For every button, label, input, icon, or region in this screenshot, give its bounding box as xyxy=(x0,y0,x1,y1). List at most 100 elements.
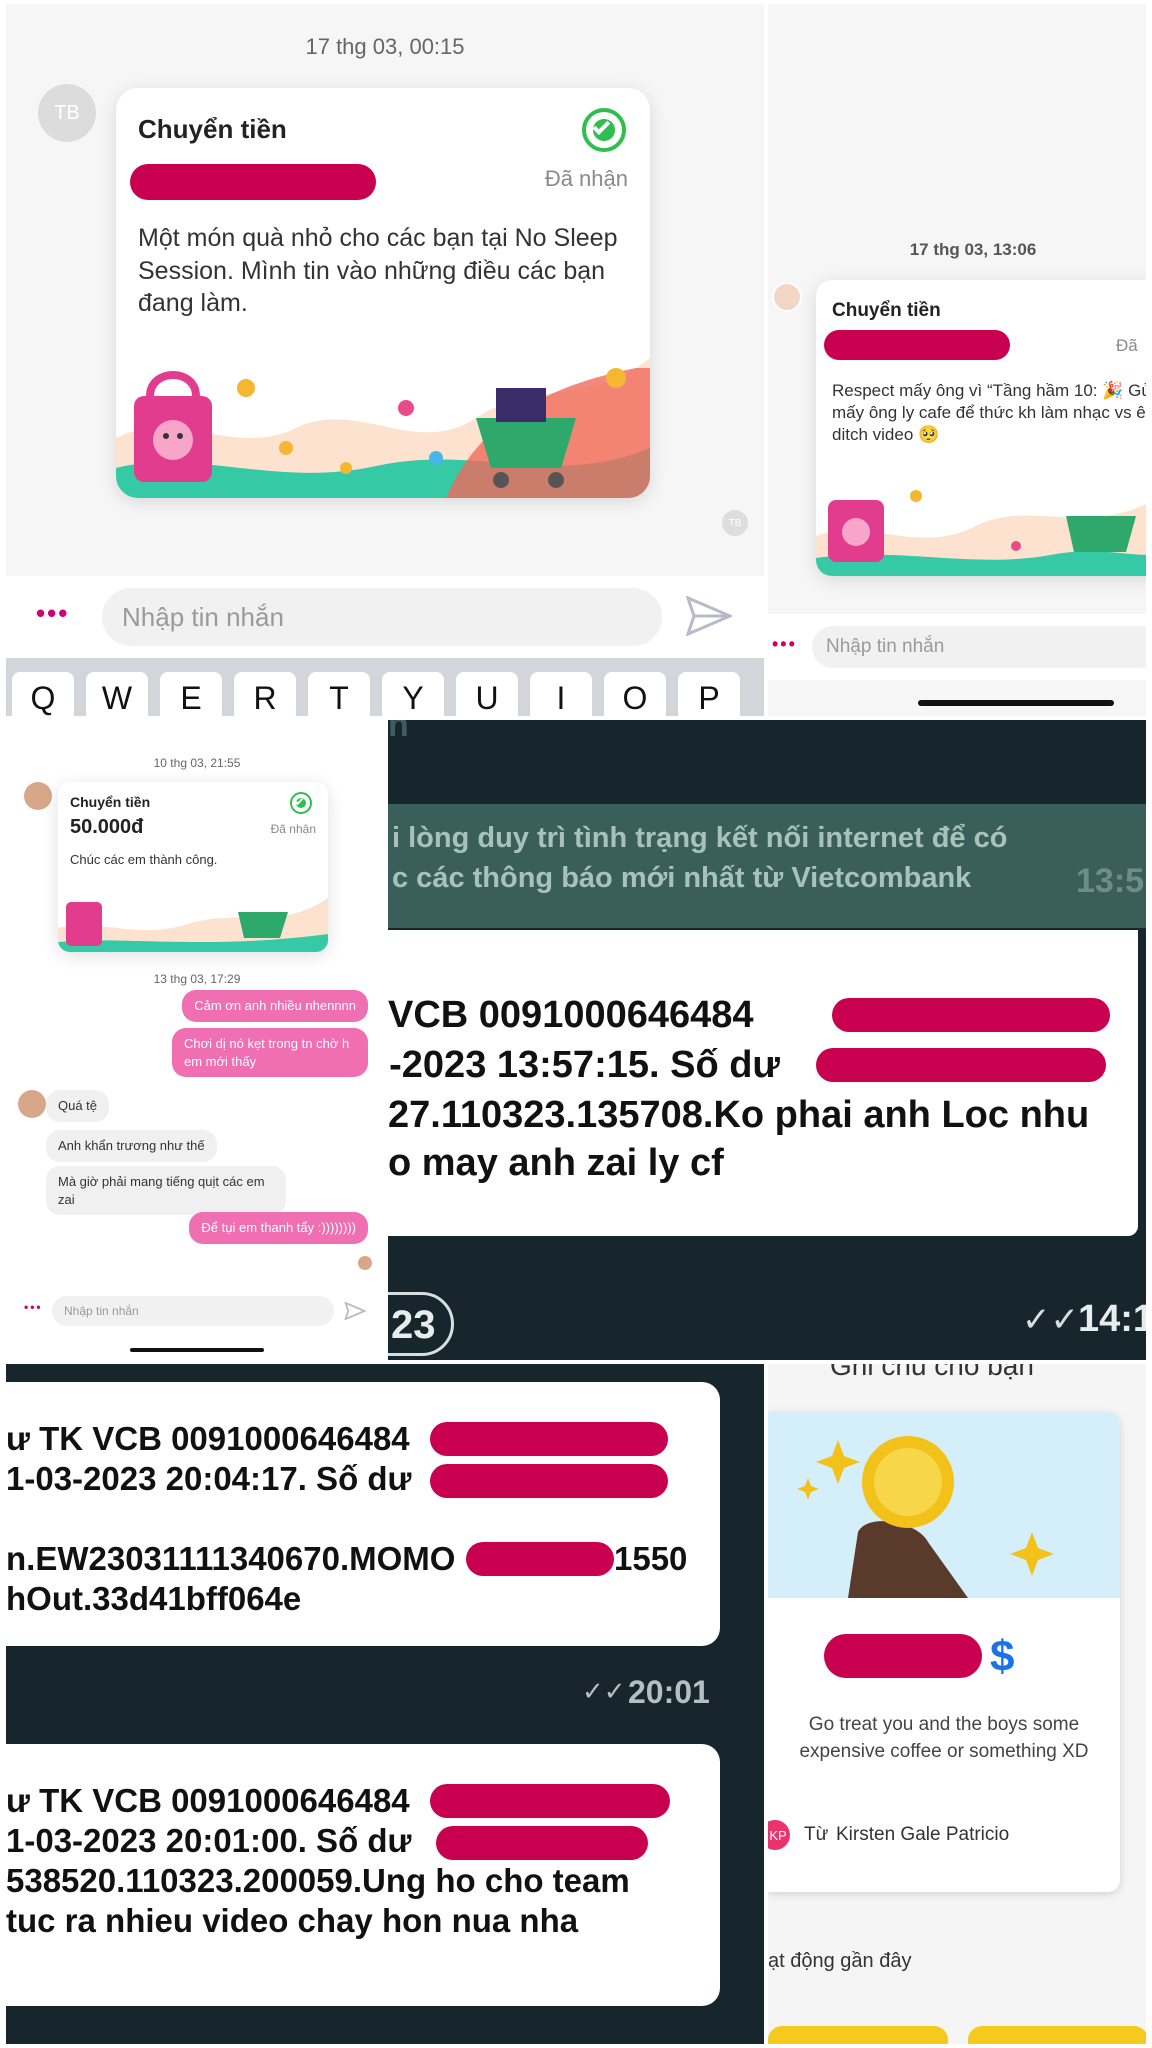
composer: ••• Nhập tin nhắn xyxy=(6,576,764,658)
banner-line-2: c các thông báo mới nhất từ Vietcombank xyxy=(392,862,972,894)
header-fragment: n xyxy=(388,720,409,744)
banner-line-1: i lòng duy trì tình trạng kết nối intern… xyxy=(392,822,1008,854)
more-icon[interactable]: ••• xyxy=(36,598,69,629)
message-line: ư TK VCB 0091000646484 xyxy=(6,1420,410,1457)
bank-chat-panel-2: ư TK VCB 0091000646484 1-03-2023 20:04:1… xyxy=(6,1364,764,2044)
gift-illustration xyxy=(58,898,328,952)
key-o[interactable]: O xyxy=(604,672,666,716)
card-status: Đã nhận xyxy=(544,166,628,191)
sender-prefix: Từ xyxy=(804,1824,829,1845)
chat-panel-1: 17 thg 03, 00:15 TB Chuyển tiền Đã nhận … xyxy=(6,4,764,716)
activity-item[interactable] xyxy=(768,2026,948,2044)
key-r[interactable]: R xyxy=(234,672,296,716)
transfer-card[interactable]: Chuyển tiền Đã Respect mấy ông vì “Tầng … xyxy=(816,280,1146,576)
key-p[interactable]: P xyxy=(678,672,740,716)
redacted-info xyxy=(436,1826,648,1860)
message-input[interactable]: Nhập tin nhắn xyxy=(52,1296,334,1326)
section-title: ạt động gần đây xyxy=(768,1950,912,1972)
redacted-amount xyxy=(824,330,1010,360)
chat-panel-2: 17 thg 03, 13:06 Chuyển tiền Đã Respect … xyxy=(768,4,1146,716)
sender-avatar: KP xyxy=(768,1820,790,1850)
message-line: 538520.110323.200059.Ung ho cho team xyxy=(6,1862,630,1899)
message-time: 20:01 xyxy=(628,1674,710,1710)
transfer-card[interactable]: Chuyển tiền Đã nhận Một món quà nhỏ cho … xyxy=(116,88,650,498)
message-line: tuc ra nhieu video chay hon nua nha xyxy=(6,1902,579,1939)
banner-time: 13:5 xyxy=(1076,862,1145,900)
more-icon[interactable]: ••• xyxy=(24,1300,43,1314)
gift-illustration xyxy=(816,490,1146,576)
coin-illustration xyxy=(768,1412,1120,1598)
redacted-amount xyxy=(824,1634,982,1678)
card-status: Đã nhận xyxy=(270,822,316,836)
redacted-amount xyxy=(130,164,376,200)
header: Ghi chú cho bạn xyxy=(830,1364,1034,1381)
card-title: Chuyển tiền xyxy=(138,114,287,144)
card-message: Respect mấy ông vì “Tầng hầm 10: 🎉 Gửi m… xyxy=(832,381,1146,445)
message-line: o may anh zai ly cf xyxy=(388,1142,724,1184)
timestamp: 17 thg 03, 00:15 xyxy=(305,34,465,59)
send-icon[interactable] xyxy=(686,596,732,636)
message-line: hOut.33d41bff064e xyxy=(6,1580,302,1617)
key-y[interactable]: Y xyxy=(382,672,444,716)
outgoing-message[interactable]: Để tụi em thanh tẩy :)))))))) xyxy=(189,1212,368,1244)
gift-note-panel: Ghi chú cho bạn $ Go treat you and the b… xyxy=(768,1364,1146,2044)
message-line: n.EW23031111340670.MOMO xyxy=(6,1540,456,1577)
incoming-message[interactable]: Quá tệ xyxy=(46,1090,110,1122)
key-w[interactable]: W xyxy=(86,672,148,716)
avatar[interactable] xyxy=(24,782,52,810)
more-icon[interactable]: ••• xyxy=(772,634,797,655)
send-icon[interactable] xyxy=(344,1302,366,1320)
redacted-info xyxy=(816,1048,1106,1082)
timestamp: 17 thg 03, 13:06 xyxy=(909,240,1037,259)
bank-message[interactable]: VCB 0091000646484 3-2023 13:57:15. Số dư… xyxy=(388,930,1138,1236)
read-check-icon: ✓✓ xyxy=(582,1676,626,1706)
message-line: 1-03-2023 20:01:00. Số dư xyxy=(6,1822,412,1859)
message-input[interactable]: Nhập tin nhắn xyxy=(812,626,1146,668)
currency-symbol: $ xyxy=(990,1632,1015,1681)
date-pill: 23 xyxy=(388,1292,454,1356)
home-indicator xyxy=(130,1348,264,1352)
activity-item[interactable] xyxy=(968,2026,1146,2044)
chat-panel-3: 10 thg 03, 21:55 Chuyển tiền 50.000đ Đã … xyxy=(6,720,388,1360)
bank-message[interactable]: ư TK VCB 0091000646484 1-03-2023 20:04:1… xyxy=(6,1382,720,1646)
redacted-info xyxy=(430,1784,670,1818)
incoming-message[interactable]: Anh khẩn trương như thế xyxy=(46,1130,217,1162)
card-title: Chuyển tiền xyxy=(70,794,151,810)
keyboard: QWERTYUIOP xyxy=(6,658,764,716)
sender-name[interactable]: Kirsten Gale Patricio xyxy=(836,1824,1009,1846)
avatar[interactable] xyxy=(18,1090,46,1118)
key-e[interactable]: E xyxy=(160,672,222,716)
card-title: Chuyển tiền xyxy=(832,300,941,321)
key-q[interactable]: Q xyxy=(12,672,74,716)
outgoing-message[interactable]: Cảm ơn anh nhiều nhennnn xyxy=(182,990,368,1022)
avatar[interactable]: TB xyxy=(38,84,96,142)
message-line: ư TK VCB 0091000646484 xyxy=(6,1782,410,1819)
card-message: Chúc các em thành công. xyxy=(70,852,218,867)
message-list: Cảm ơn anh nhiều nhennnn Chơi dị nó kẹt t… xyxy=(6,990,388,1270)
card-amount: 50.000đ xyxy=(70,816,144,838)
redacted-info xyxy=(466,1542,614,1576)
outgoing-message[interactable]: Chơi dị nó kẹt trong tn chờ h em mới thấ… xyxy=(172,1028,368,1078)
message-line: 1550 xyxy=(614,1540,688,1577)
connection-banner: i lòng duy trì tình trạng kết nối intern… xyxy=(388,804,1146,928)
note-card[interactable]: $ Go treat you and the boys some expensi… xyxy=(768,1412,1120,1892)
key-i[interactable]: I xyxy=(530,672,592,716)
redacted-info xyxy=(832,998,1110,1032)
card-status: Đã xyxy=(1116,336,1138,355)
bank-message[interactable]: ư TK VCB 0091000646484 1-03-2023 20:01:0… xyxy=(6,1744,720,2006)
message-input[interactable]: Nhập tin nhắn xyxy=(102,588,662,646)
avatar[interactable] xyxy=(772,282,802,312)
incoming-message[interactable]: Mà giờ phải mang tiếng quịt các em zai xyxy=(46,1166,286,1216)
message-line: 1-03-2023 20:04:17. Số dư xyxy=(6,1460,412,1497)
read-check-icon: ✓✓ xyxy=(1022,1301,1079,1339)
key-u[interactable]: U xyxy=(456,672,518,716)
redacted-info xyxy=(430,1422,668,1456)
timestamp: 13 thg 03, 17:29 xyxy=(153,972,241,986)
card-message: Một món quà nhỏ cho các bạn tại No Sleep… xyxy=(138,224,618,317)
received-check-icon xyxy=(582,108,626,152)
composer: ••• Nhập tin nhắn xyxy=(768,614,1146,680)
key-t[interactable]: T xyxy=(308,672,370,716)
message-line: VCB 0091000646484 xyxy=(388,994,754,1036)
note-text: Go treat you and the boys some expensive… xyxy=(799,1714,1089,1762)
transfer-card[interactable]: Chuyển tiền 50.000đ Đã nhận Chúc các em … xyxy=(58,782,328,952)
